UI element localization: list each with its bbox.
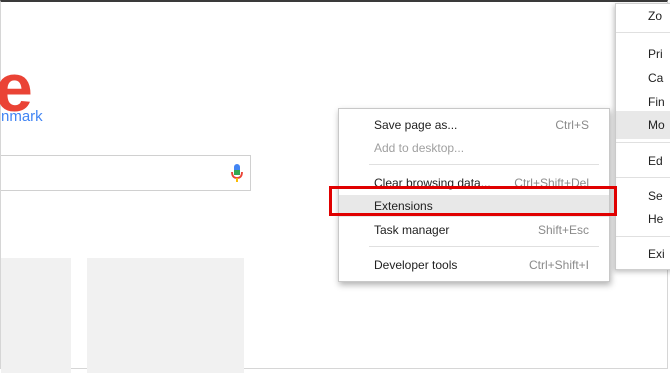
menu-separator bbox=[616, 32, 670, 33]
menu-item-label: Task manager bbox=[374, 223, 450, 237]
main-menu-item-more-tools[interactable]: Mo bbox=[648, 118, 665, 132]
search-input[interactable] bbox=[1, 155, 251, 191]
menu-item-label: Save page as... bbox=[374, 118, 458, 132]
menu-item-save-page-as[interactable]: Save page as... Ctrl+S bbox=[339, 114, 609, 136]
most-visited-tile[interactable] bbox=[87, 258, 244, 373]
menu-separator bbox=[616, 142, 670, 143]
menu-item-developer-tools[interactable]: Developer tools Ctrl+Shift+I bbox=[339, 254, 609, 276]
main-menu-item-edit[interactable]: Ed bbox=[648, 154, 663, 168]
menu-item-label: Add to desktop... bbox=[374, 141, 465, 155]
menu-separator bbox=[616, 236, 670, 237]
menu-item-task-manager[interactable]: Task manager Shift+Esc bbox=[339, 219, 609, 241]
main-menu-item-print[interactable]: Pri bbox=[648, 47, 663, 61]
annotation-highlight-box bbox=[329, 186, 617, 216]
main-menu-item-zoom[interactable]: Zo bbox=[648, 9, 662, 23]
main-menu-item-find[interactable]: Fin bbox=[648, 95, 665, 109]
microphone-icon[interactable] bbox=[230, 164, 244, 184]
most-visited-tile[interactable] bbox=[1, 258, 71, 373]
menu-item-shortcut: Shift+Esc bbox=[537, 223, 589, 237]
main-menu-item-help[interactable]: He bbox=[648, 212, 663, 226]
menu-item-shortcut: Ctrl+S bbox=[555, 118, 589, 132]
menu-item-shortcut: Ctrl+Shift+I bbox=[528, 258, 589, 272]
menu-separator bbox=[616, 177, 670, 178]
tagline-link-fragment[interactable]: nmark bbox=[1, 108, 43, 125]
main-menu-item-cast[interactable]: Ca bbox=[648, 71, 663, 85]
menu-separator bbox=[369, 164, 599, 165]
menu-item-add-to-desktop: Add to desktop... bbox=[339, 137, 609, 159]
chrome-main-menu: Zo Pri Ca Fin Mo Ed Se He Exi bbox=[615, 3, 670, 270]
menu-separator bbox=[369, 246, 599, 247]
main-menu-item-exit[interactable]: Exi bbox=[648, 247, 665, 261]
main-menu-item-settings[interactable]: Se bbox=[648, 189, 663, 203]
menu-item-label: Developer tools bbox=[374, 258, 458, 272]
